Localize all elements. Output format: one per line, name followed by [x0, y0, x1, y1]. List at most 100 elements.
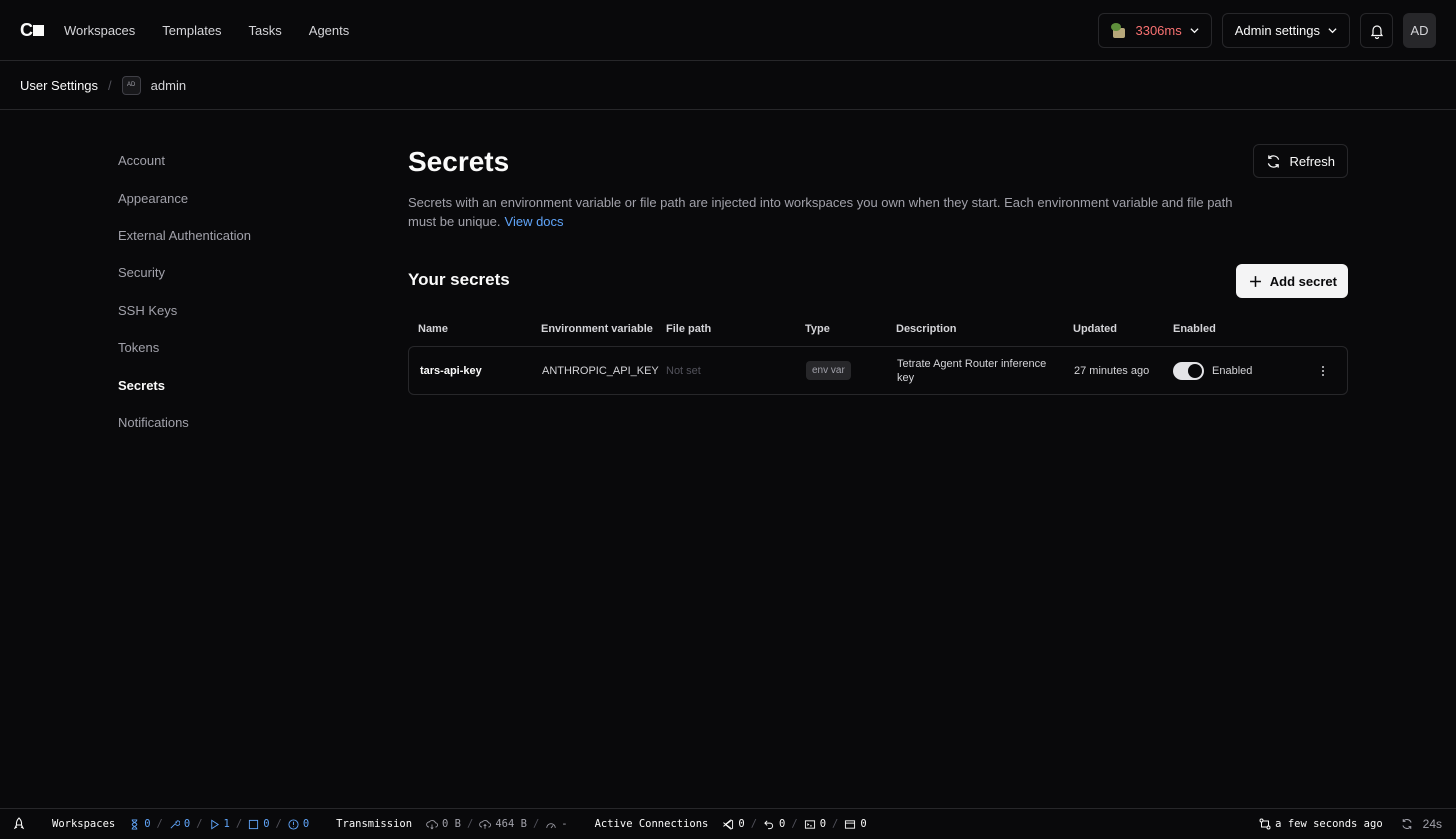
stopped-count[interactable]: 0 — [248, 818, 270, 830]
latency-value: 3306ms — [1135, 23, 1182, 38]
errored-count[interactable]: 0 — [288, 818, 309, 830]
breadcrumb-user-settings[interactable]: User Settings — [20, 78, 98, 93]
rocket-icon[interactable] — [12, 817, 26, 831]
sidebar-item-external-authentication[interactable]: External Authentication — [118, 217, 338, 254]
secret-enabled: Enabled — [1173, 347, 1252, 394]
settings-sidebar: Account Appearance External Authenticati… — [118, 150, 338, 449]
column-header-enabled: Enabled — [1173, 323, 1216, 335]
breadcrumb-username: admin — [150, 77, 187, 93]
received-bytes: 0 B — [426, 818, 461, 830]
nav-workspaces[interactable]: Workspaces — [64, 23, 135, 38]
column-header-env: Environment variable — [541, 323, 653, 335]
latency-dropdown[interactable]: 3306ms — [1098, 13, 1212, 48]
nav-tasks[interactable]: Tasks — [249, 23, 282, 38]
nav-templates[interactable]: Templates — [162, 23, 221, 38]
table-row[interactable]: tars-api-key ANTHROPIC_API_KEY Not set e… — [408, 346, 1348, 395]
chevron-down-icon — [1190, 28, 1199, 34]
region-flag-icon — [1111, 22, 1127, 39]
workspaces-status-label: Workspaces — [52, 818, 116, 830]
sidebar-item-account[interactable]: Account — [118, 142, 338, 179]
play-icon — [210, 819, 219, 829]
breadcrumb-separator: / — [108, 77, 112, 93]
wrench-icon — [170, 819, 180, 828]
secret-file-path: Not set — [666, 364, 701, 377]
sent-bytes: 464 B — [479, 818, 527, 830]
secrets-page: Secrets Secrets with an environment vari… — [408, 144, 1348, 395]
admin-settings-label: Admin settings — [1234, 23, 1320, 38]
sidebar-item-secrets[interactable]: Secrets — [118, 366, 338, 403]
add-secret-label: Add secret — [1269, 273, 1337, 289]
table-header: Name Environment variable File path Type… — [408, 318, 1348, 340]
column-header-path: File path — [666, 323, 712, 335]
bell-icon — [1370, 24, 1383, 39]
refresh-label: Refresh — [1289, 153, 1335, 169]
secret-description: Tetrate Agent Router inference key — [897, 357, 1047, 384]
notifications-button[interactable] — [1360, 13, 1393, 48]
sidebar-item-security[interactable]: Security — [118, 254, 338, 291]
vscode-connections: 0 — [722, 818, 745, 830]
type-badge: env var — [806, 361, 851, 380]
app-window-icon — [845, 819, 856, 829]
connections-label: Active Connections — [594, 818, 709, 830]
page-title: Secrets — [408, 146, 510, 177]
cloud-upload-icon — [479, 819, 492, 829]
ssh-connections: 0 — [763, 818, 785, 830]
building-count[interactable]: 0 — [169, 818, 190, 830]
transmission-label: Transmission — [336, 818, 413, 830]
square-icon — [249, 819, 259, 829]
app-connections: 0 — [844, 818, 867, 830]
coder-logo[interactable]: C — [20, 20, 44, 41]
terminal-connections: 0 — [804, 818, 826, 830]
sidebar-item-notifications[interactable]: Notifications — [118, 404, 338, 441]
ssh-icon — [764, 820, 774, 829]
section-title: Your secrets — [408, 270, 510, 289]
terminal-icon — [804, 819, 815, 829]
breadcrumb-avatar: AD — [121, 75, 141, 95]
chevron-down-icon — [1328, 28, 1337, 34]
secret-updated: 27 minutes ago — [1074, 364, 1150, 377]
column-header-type: Type — [805, 323, 830, 335]
top-navbar: C Workspaces Templates Tasks Agents 3306… — [0, 0, 1456, 61]
admin-settings-dropdown[interactable]: Admin settings — [1221, 13, 1350, 48]
more-vertical-icon — [1322, 365, 1324, 376]
secret-name: tars-api-key — [420, 364, 482, 377]
nav-right-group: 3306ms Admin settings AD — [1098, 13, 1436, 48]
plus-icon — [1249, 275, 1261, 287]
gauge-icon — [546, 822, 556, 828]
column-header-description: Description — [896, 323, 957, 335]
add-secret-button[interactable]: Add secret — [1235, 264, 1348, 298]
breadcrumb: User Settings / AD admin — [0, 61, 1456, 110]
user-avatar[interactable]: AD — [1403, 13, 1436, 48]
transmission-status: Transmission 0 B / 464 B / - — [336, 818, 568, 830]
last-updated: a few seconds ago — [1259, 818, 1383, 830]
row-actions-button[interactable] — [1315, 347, 1331, 394]
cloud-download-icon — [426, 819, 439, 829]
deployment-status-bar: Workspaces 0 / 0 / 1 / 0 / 0 Transmissio… — [0, 808, 1456, 839]
page-description: Secrets with an environment variable or … — [408, 193, 1248, 231]
latency-readout: - — [545, 818, 568, 830]
sidebar-item-ssh-keys[interactable]: SSH Keys — [118, 292, 338, 329]
sidebar-item-appearance[interactable]: Appearance — [118, 179, 338, 216]
refresh-button[interactable]: Refresh — [1253, 144, 1348, 178]
column-header-name: Name — [418, 323, 448, 335]
vscode-icon — [723, 818, 734, 830]
pending-count[interactable]: 0 — [129, 818, 151, 830]
hourglass-icon — [131, 818, 138, 830]
status-bar-right: a few seconds ago 24s — [1259, 817, 1442, 831]
column-header-updated: Updated — [1073, 323, 1117, 335]
workspaces-status: Workspaces 0 / 0 / 1 / 0 / 0 — [52, 818, 310, 830]
refresh-icon — [1268, 154, 1280, 168]
secret-env-var: ANTHROPIC_API_KEY — [542, 364, 659, 377]
enabled-label: Enabled — [1212, 364, 1253, 377]
git-compare-icon — [1259, 818, 1271, 830]
refresh-interval[interactable]: 24s — [1401, 817, 1442, 831]
refresh-icon — [1402, 819, 1412, 829]
view-docs-link[interactable]: View docs — [505, 214, 564, 229]
secret-type: env var — [806, 347, 851, 394]
alert-circle-icon — [288, 818, 299, 830]
connections-status: Active Connections 0 / 0 / 0 / 0 — [594, 818, 867, 830]
nav-agents[interactable]: Agents — [309, 23, 349, 38]
sidebar-item-tokens[interactable]: Tokens — [118, 329, 338, 366]
running-count[interactable]: 1 — [209, 818, 230, 830]
enabled-toggle[interactable] — [1173, 361, 1204, 380]
